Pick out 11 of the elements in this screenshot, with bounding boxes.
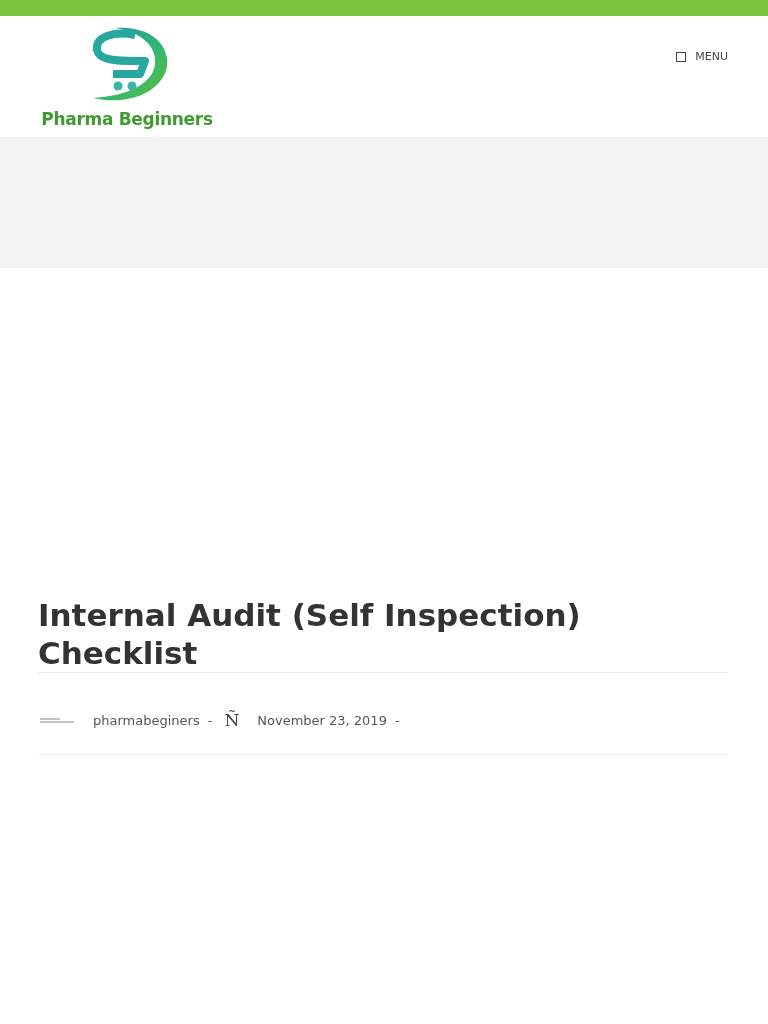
site-logo[interactable]: Pharma Beginners [38, 16, 216, 129]
glyph-icon: Ñ [224, 712, 240, 729]
menu-button[interactable]: MENU [676, 50, 728, 63]
post-date: November 23, 2019 [257, 713, 387, 728]
square-icon [676, 51, 687, 62]
separator-dash: - [394, 713, 400, 728]
lines-icon [40, 717, 74, 724]
separator-dash: - [207, 713, 213, 728]
logo-text: Pharma Beginners [41, 109, 213, 129]
author-link[interactable]: pharmabeginers [93, 713, 200, 728]
article-title: Internal Audit (Self Inspection) Checklist [38, 596, 728, 673]
